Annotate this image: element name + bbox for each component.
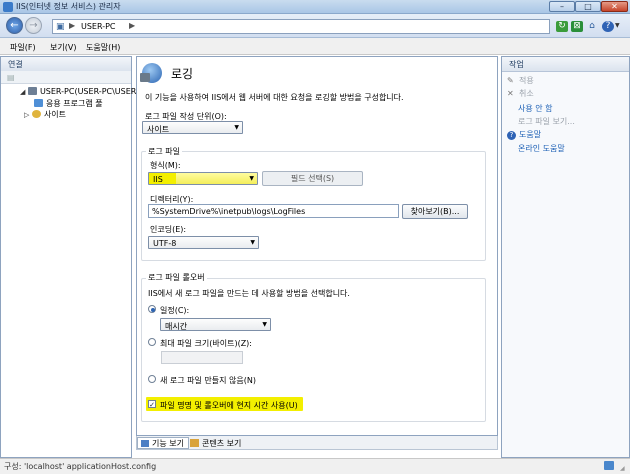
breadcrumb-server[interactable]: USER-PC bbox=[81, 22, 116, 31]
chevron-down-icon: ▼ bbox=[262, 321, 267, 328]
minimize-button[interactable]: – bbox=[549, 1, 575, 12]
no-new-log-radio-label[interactable]: 새 로그 파일 만들지 않음(N) bbox=[160, 375, 256, 386]
chevron-down-icon: ▼ bbox=[250, 239, 255, 246]
tree-item-label: 응용 프로그램 풀 bbox=[46, 99, 103, 108]
action-apply-label: 적용 bbox=[519, 76, 534, 85]
sites-icon bbox=[31, 110, 41, 118]
tab-content-view[interactable]: 콘텐츠 보기 bbox=[190, 438, 241, 449]
format-label: 형식(M): bbox=[150, 161, 181, 170]
action-apply[interactable]: ✎ 적용 bbox=[507, 75, 534, 86]
app-pools-icon bbox=[34, 99, 43, 107]
forward-button[interactable]: → bbox=[25, 17, 42, 34]
rollover-description: IIS에서 새 로그 파일을 만드는 데 사용할 방법을 선택합니다. bbox=[148, 289, 350, 298]
no-new-log-radio[interactable] bbox=[148, 375, 156, 383]
tab-features-label: 기능 보기 bbox=[152, 439, 184, 448]
tree-item-label: 사이트 bbox=[43, 110, 67, 119]
back-button[interactable]: ← bbox=[6, 17, 23, 34]
max-size-input[interactable] bbox=[161, 351, 243, 364]
content-view-icon bbox=[190, 439, 199, 447]
refresh-icon[interactable]: ↻ bbox=[556, 21, 568, 32]
tree-item-label: USER-PC(USER-PC\USER) bbox=[39, 87, 140, 96]
network-icon bbox=[604, 461, 614, 470]
actions-header: 작업 bbox=[502, 57, 629, 72]
help-icon[interactable]: ? bbox=[602, 21, 614, 32]
encoding-select[interactable]: UTF-8 ▼ bbox=[148, 236, 259, 249]
action-cancel[interactable]: ✕ 취소 bbox=[507, 88, 534, 99]
action-view-log[interactable]: 로그 파일 보기... bbox=[518, 116, 575, 127]
directory-input[interactable]: %SystemDrive%\inetpub\logs\LogFiles bbox=[148, 204, 399, 218]
iis-app-icon bbox=[3, 2, 13, 12]
format-select[interactable]: IIS ▼ bbox=[148, 172, 258, 185]
tree-item-app-pools[interactable]: 응용 프로그램 풀 bbox=[34, 98, 103, 109]
menu-file[interactable]: 파일(F) bbox=[10, 42, 36, 53]
menu-help[interactable]: 도움말(H) bbox=[86, 42, 120, 53]
breadcrumb-chevron-icon[interactable]: ▶ bbox=[129, 21, 135, 30]
schedule-select[interactable]: 매시간 ▼ bbox=[160, 318, 271, 331]
action-help[interactable]: ? 도움말 bbox=[507, 129, 541, 140]
chevron-down-icon: ▼ bbox=[249, 175, 254, 182]
select-fields-button[interactable]: 필드 선택(S) bbox=[262, 171, 363, 186]
close-button[interactable]: ✕ bbox=[601, 1, 628, 12]
collapse-icon[interactable]: ◢ bbox=[20, 88, 25, 96]
log-file-legend: 로그 파일 bbox=[146, 146, 182, 157]
connect-icon[interactable]: ▤ bbox=[7, 73, 15, 82]
max-size-radio-label[interactable]: 최대 파일 크기(바이트)(Z): bbox=[160, 338, 252, 349]
format-value: IIS bbox=[153, 175, 163, 184]
tab-content-label: 콘텐츠 보기 bbox=[202, 439, 242, 448]
encoding-label: 인코딩(E): bbox=[150, 225, 187, 234]
action-help-label: 도움말 bbox=[519, 130, 542, 139]
schedule-radio[interactable] bbox=[148, 305, 156, 313]
expand-icon[interactable]: ▷ bbox=[24, 111, 29, 119]
connections-header: 연결 bbox=[1, 57, 131, 72]
page-description: 이 기능을 사용하여 IIS에서 웹 서버에 대한 요청을 로깅할 방법을 구성… bbox=[145, 93, 404, 102]
help-icon: ? bbox=[507, 131, 516, 140]
status-text: 구성: 'localhost' applicationHost.config bbox=[4, 462, 157, 471]
window-title: IIS(인터넷 정보 서비스) 관리자 bbox=[16, 2, 121, 11]
breadcrumb-chevron-icon: ▶ bbox=[69, 21, 76, 30]
server-icon: ▣ bbox=[56, 22, 65, 32]
connections-toolbar bbox=[1, 71, 131, 84]
action-disable[interactable]: 사용 안 함 bbox=[518, 103, 553, 114]
rollover-legend: 로그 파일 롤오버 bbox=[146, 272, 207, 283]
log-unit-select[interactable]: 사이트 ▼ bbox=[142, 121, 243, 134]
max-size-radio[interactable] bbox=[148, 338, 156, 346]
page-title: 로깅 bbox=[171, 67, 194, 81]
schedule-radio-label[interactable]: 일정(C): bbox=[160, 305, 189, 316]
encoding-value: UTF-8 bbox=[153, 239, 177, 248]
stop-icon[interactable]: ⊠ bbox=[571, 21, 583, 32]
chevron-down-icon[interactable]: ▼ bbox=[615, 22, 620, 29]
apply-icon: ✎ bbox=[507, 76, 514, 85]
features-view-icon bbox=[141, 440, 149, 447]
menu-view[interactable]: 보기(V) bbox=[50, 42, 76, 53]
home-icon[interactable]: ⌂ bbox=[586, 21, 598, 32]
action-cancel-label: 취소 bbox=[519, 89, 534, 98]
server-icon bbox=[27, 87, 37, 95]
title-bar: IIS(인터넷 정보 서비스) 관리자 bbox=[0, 0, 630, 14]
chevron-down-icon: ▼ bbox=[234, 124, 239, 131]
local-time-checkbox-label[interactable]: 파일 명명 및 롤오버에 현지 시간 사용(U) bbox=[160, 400, 298, 411]
address-field[interactable]: ▣ ▶ USER-PC ▶ bbox=[52, 19, 550, 34]
tree-item-sites[interactable]: ▷ 사이트 bbox=[24, 109, 66, 120]
tab-features-view[interactable]: 기능 보기 bbox=[137, 437, 189, 449]
schedule-value: 매시간 bbox=[165, 322, 188, 331]
tree-item-server[interactable]: ◢ USER-PC(USER-PC\USER) bbox=[20, 87, 139, 96]
action-online-help[interactable]: 온라인 도움말 bbox=[518, 143, 565, 154]
log-unit-value: 사이트 bbox=[147, 125, 170, 134]
cancel-icon: ✕ bbox=[507, 89, 514, 98]
logging-icon bbox=[140, 63, 162, 83]
maximize-button[interactable]: □ bbox=[575, 1, 601, 12]
resize-grip-icon[interactable]: ◢ bbox=[620, 465, 625, 472]
browse-button[interactable]: 찾아보기(B)... bbox=[402, 204, 468, 219]
local-time-checkbox[interactable]: ✓ bbox=[148, 400, 156, 409]
